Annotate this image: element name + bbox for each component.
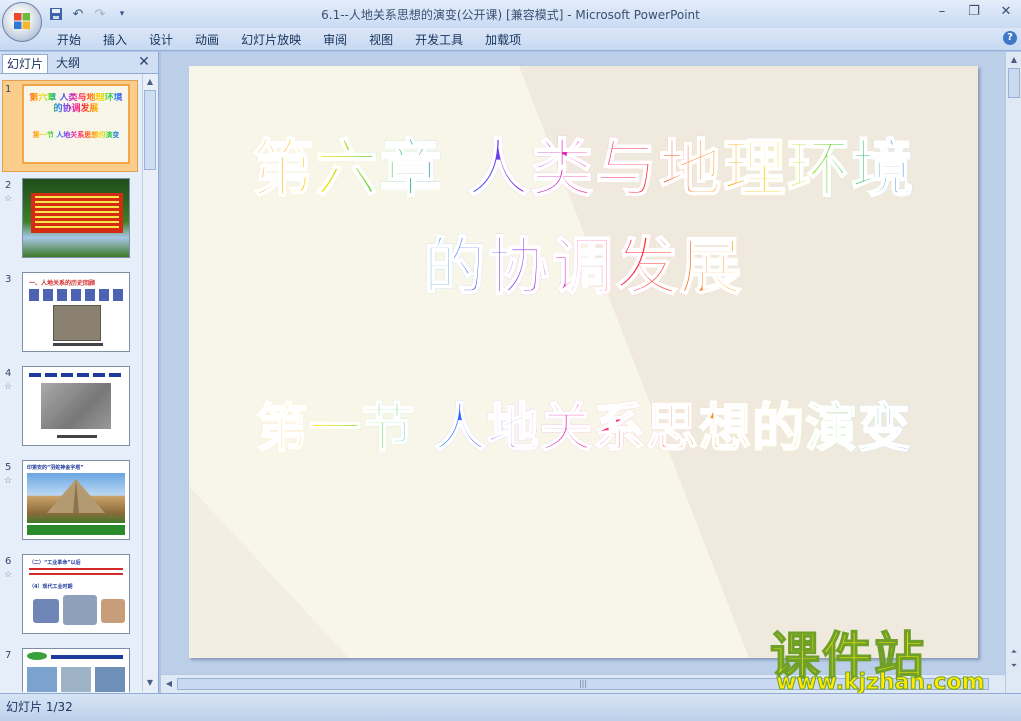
undo-icon[interactable]: ↶ — [70, 6, 86, 22]
tab-addins[interactable]: 加载项 — [474, 31, 532, 49]
redo-icon[interactable]: ↷ — [92, 6, 108, 22]
office-button[interactable] — [2, 2, 42, 42]
restore-icon[interactable]: ❐ — [965, 3, 983, 21]
thumb-heading-2: （4）现代工业时期 — [29, 584, 73, 590]
tab-animations[interactable]: 动画 — [184, 31, 230, 49]
save-icon[interactable] — [48, 6, 64, 22]
editor-vertical-scrollbar[interactable]: ▲ ⏶ ⏷ — [1005, 52, 1021, 693]
tab-outline[interactable]: 大纲 — [52, 54, 84, 72]
thumb-caption — [53, 343, 103, 346]
scroll-thumb[interactable] — [144, 90, 156, 170]
tab-slideshow[interactable]: 幻灯片放映 — [230, 31, 312, 49]
quick-access-toolbar: ↶ ↷ ▾ — [48, 5, 130, 23]
thumb-heading-1: （二）“工业革命”以后 — [29, 560, 81, 566]
tab-insert[interactable]: 插入 — [92, 31, 138, 49]
thumb-title: 第六章 人类与地理环境的协调发展 — [26, 93, 126, 115]
next-slide-icon[interactable]: ⏷ — [1008, 660, 1020, 672]
slide-thumbnail-6[interactable]: （二）“工业革命”以后 （4）现代工业时期 — [22, 554, 130, 634]
slide-number: 6 — [5, 556, 12, 567]
thumb-pyramid-shape — [47, 479, 105, 513]
tab-slides[interactable]: 幻灯片 — [2, 54, 49, 73]
thumb-photo-3 — [95, 667, 125, 692]
slide-number: 4 — [5, 368, 12, 379]
thumb-photo-2 — [63, 595, 97, 625]
thumb-text-lines — [35, 196, 119, 230]
slide-thumbnail-3[interactable]: 一、人地关系的历史回顾 — [22, 272, 130, 352]
slide-thumbnail-4[interactable] — [22, 366, 130, 446]
thumb-stone-relief-image — [41, 383, 111, 429]
slide-thumbnail-list: 1 第六章 人类与地理环境的协调发展 第一节 人地关系思想的演变 2 ☆ 3 一… — [0, 74, 140, 692]
thumb-text-lines — [51, 655, 123, 659]
slide-thumbnail-2[interactable] — [22, 178, 130, 258]
animation-star-icon: ☆ — [4, 382, 13, 392]
slide-number: 5 — [5, 462, 12, 473]
slide-title-line-2[interactable]: 的协调发展 — [189, 216, 978, 306]
tab-view[interactable]: 视图 — [358, 31, 404, 49]
thumb-text-lines — [29, 289, 123, 301]
scroll-down-icon[interactable]: ▼ — [144, 677, 156, 689]
animation-star-icon: ☆ — [4, 570, 13, 580]
thumb-subtitle: 第一节 人地关系思想的演变 — [26, 130, 126, 140]
scroll-up-icon[interactable]: ▲ — [1008, 54, 1020, 66]
thumb-photo-1 — [33, 599, 59, 623]
slide-number: 7 — [5, 650, 12, 661]
tab-developer[interactable]: 开发工具 — [404, 31, 474, 49]
slide-number: 2 — [5, 180, 12, 191]
slide-subtitle[interactable]: 第一节 人地关系思想的演变 — [189, 386, 978, 461]
thumb-heading: 印第安的“羽蛇神金字塔” — [27, 465, 84, 471]
slide-thumbnail-5[interactable]: 印第安的“羽蛇神金字塔” — [22, 460, 130, 540]
slides-pane-scrollbar[interactable]: ▲ ▼ — [142, 74, 157, 692]
tab-design[interactable]: 设计 — [138, 31, 184, 49]
slide-thumbnail-7[interactable] — [22, 648, 130, 692]
thumb-photo-2 — [61, 667, 91, 692]
window-controls: – ❐ ✕ — [933, 3, 1015, 21]
customize-icon[interactable]: ▾ — [114, 6, 130, 22]
thumb-photo-1 — [27, 667, 57, 692]
window-title: 6.1--人地关系思想的演变(公开课) [兼容模式] - Microsoft P… — [321, 8, 700, 22]
thumb-photo-3 — [101, 599, 125, 623]
ribbon-tabs: 开始 插入 设计 动画 幻灯片放映 审阅 视图 开发工具 加载项 — [46, 31, 532, 49]
thumb-heading: 一、人地关系的历史回顾 — [29, 280, 96, 287]
thumb-text-lines — [29, 568, 123, 578]
scroll-up-icon[interactable]: ▲ — [144, 76, 156, 88]
thumb-caption-bar — [27, 525, 125, 535]
current-slide[interactable]: 第六章 人类与地理环境 的协调发展 第一节 人地关系思想的演变 — [189, 66, 978, 658]
thumb-badge — [27, 652, 47, 660]
tab-home[interactable]: 开始 — [46, 31, 92, 49]
scroll-thumb[interactable] — [1008, 68, 1020, 98]
minimize-icon[interactable]: – — [933, 3, 951, 21]
watermark-url: www.kjzhan.com — [776, 670, 986, 696]
slide-number: 3 — [5, 274, 12, 285]
office-logo-icon — [14, 13, 30, 29]
status-bar — [0, 693, 1021, 721]
scroll-left-icon[interactable]: ◀ — [163, 678, 175, 690]
animation-star-icon: ☆ — [4, 476, 13, 486]
thumb-text-lines — [29, 373, 123, 377]
help-icon[interactable]: ? — [1003, 31, 1017, 45]
thumb-artifact-image — [53, 305, 101, 341]
close-pane-icon[interactable]: ✕ — [136, 54, 152, 70]
tab-review[interactable]: 审阅 — [312, 31, 358, 49]
thumb-caption — [57, 435, 97, 438]
slide-number: 1 — [5, 84, 12, 95]
slide-thumbnail-1[interactable]: 第六章 人类与地理环境的协调发展 第一节 人地关系思想的演变 — [22, 84, 130, 164]
slide-indicator: 幻灯片 1/32 — [6, 700, 73, 714]
animation-star-icon: ☆ — [4, 194, 13, 204]
previous-slide-icon[interactable]: ⏶ — [1008, 646, 1020, 658]
slide-title-line-1[interactable]: 第六章 人类与地理环境 — [189, 118, 978, 208]
close-icon[interactable]: ✕ — [997, 3, 1015, 21]
